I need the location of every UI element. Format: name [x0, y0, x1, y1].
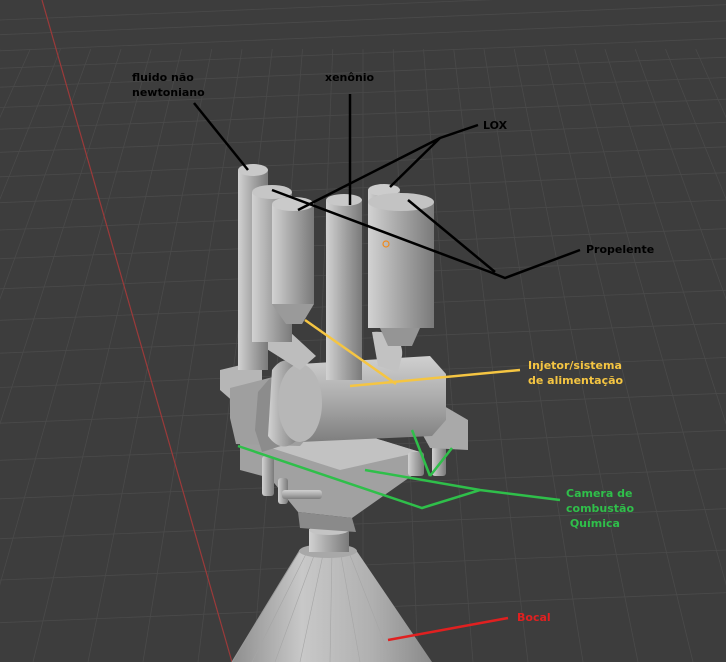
label-injetor: Injetor/sistema de alimentação [528, 359, 624, 387]
label-bocal: Bocal [517, 611, 551, 624]
label-lox: LOX [483, 119, 508, 132]
label-camera: Camera de combustão Química [566, 487, 635, 530]
label-fluido: fluido não newtoniano [132, 71, 205, 99]
viewport-canvas[interactable] [0, 0, 726, 662]
tank-left-mid[interactable] [272, 204, 314, 304]
tank-propelente[interactable] [368, 202, 434, 328]
label-xenonio: xenônio [325, 71, 375, 84]
label-propelente: Propelente [586, 243, 655, 256]
3d-viewport[interactable]: fluido não newtoniano xenônio LOX Propel… [0, 0, 726, 662]
leader-fluido [193, 102, 249, 171]
tank-xenonio[interactable] [326, 200, 362, 380]
rocket-engine-model[interactable] [220, 164, 468, 662]
tanks[interactable] [238, 164, 434, 380]
nozzle[interactable] [231, 525, 432, 662]
